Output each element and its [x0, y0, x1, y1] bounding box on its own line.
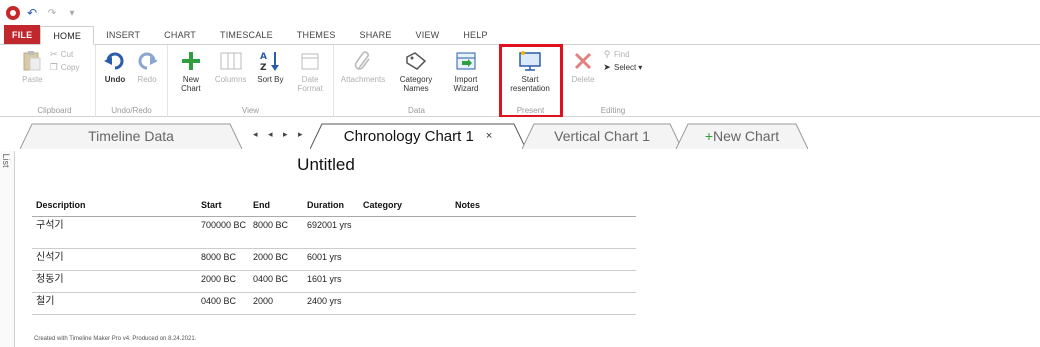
tab-timescale[interactable]: TIMESCALE	[208, 25, 285, 44]
quick-access-toolbar: ↶ ↷ ▾	[0, 0, 1040, 26]
tag-icon	[404, 49, 428, 73]
group-clipboard: Paste ✂ Cut ❐ Copy Clipboard	[14, 45, 96, 117]
attachments-button[interactable]: Attachments	[338, 47, 388, 84]
tab-home[interactable]: HOME	[40, 26, 95, 45]
col-duration: Duration	[303, 197, 359, 217]
app-logo-icon[interactable]	[6, 6, 20, 20]
table-row[interactable]: 청동기 2000 BC 0400 BC 1601 yrs	[32, 270, 636, 293]
undo-icon[interactable]: ↶	[24, 6, 40, 20]
tab-file[interactable]: FILE	[4, 25, 41, 44]
ribbon-tabs: FILE HOME INSERT CHART TIMESCALE THEMES …	[0, 25, 1040, 45]
find-button[interactable]: ⚲ Find	[602, 49, 660, 59]
group-undo-redo: Undo Redo Undo/Redo	[96, 45, 168, 117]
delete-button[interactable]: Delete	[566, 47, 600, 84]
start-presentation-button[interactable]: Start resentation	[504, 47, 556, 93]
undo-icon	[103, 49, 127, 73]
col-description: Description	[32, 197, 197, 217]
copy-button[interactable]: ❐ Copy	[49, 62, 91, 72]
tab-insert[interactable]: INSERT	[94, 25, 152, 44]
ribbon-home: Paste ✂ Cut ❐ Copy Clipboard Undo Redo U…	[0, 44, 1040, 118]
chevron-down-icon: ▾	[638, 62, 643, 72]
doc-tab-vertical-chart-1[interactable]: Vertical Chart 1	[522, 123, 682, 149]
date-format-button[interactable]: Date Format	[291, 47, 329, 93]
col-start: Start	[197, 197, 249, 217]
close-tab-icon[interactable]: ×	[486, 130, 492, 142]
timeline-table: Description Start End Duration Category …	[32, 197, 636, 315]
undo-button[interactable]: Undo	[100, 47, 130, 84]
doc-tab-new-chart[interactable]: +New Chart	[676, 123, 808, 149]
group-editing: Delete ⚲ Find ➤ Select ▾ Editing	[562, 45, 664, 117]
redo-icon	[135, 49, 159, 73]
cursor-icon: ➤	[603, 61, 611, 72]
copy-icon: ❐	[49, 61, 58, 72]
group-view: New Chart Columns AZ Sort By Date Format	[168, 45, 334, 117]
svg-text:A: A	[260, 52, 267, 62]
columns-button[interactable]: Columns	[212, 47, 250, 84]
chart-canvas: Untitled Description Start End Duration …	[16, 151, 1040, 347]
tab-themes[interactable]: THEMES	[285, 25, 348, 44]
sort-by-button[interactable]: AZ Sort By	[252, 47, 290, 84]
import-icon	[454, 49, 478, 73]
category-names-button[interactable]: Category Names	[390, 47, 442, 93]
monitor-icon	[518, 49, 542, 73]
col-notes: Notes	[451, 197, 636, 217]
svg-text:Z: Z	[260, 63, 267, 72]
delete-icon	[571, 49, 595, 73]
tab-share[interactable]: SHARE	[348, 25, 404, 44]
paperclip-icon	[351, 49, 375, 73]
col-category: Category	[359, 197, 451, 217]
paste-icon	[20, 49, 44, 73]
columns-icon	[219, 49, 243, 73]
doc-tab-timeline-data[interactable]: Timeline Data	[20, 123, 242, 149]
redo-icon[interactable]: ↷	[44, 6, 60, 20]
redo-button[interactable]: Redo	[132, 47, 162, 84]
table-row[interactable]: 철기 0400 BC 2000 2400 yrs	[32, 292, 636, 315]
chart-list-panel[interactable]: Chart List	[0, 117, 15, 347]
group-present: Start resentation Present	[499, 44, 563, 118]
sort-az-icon: AZ	[258, 49, 282, 73]
table-row[interactable]: 구석기 700000 BC 8000 BC 692001 yrs	[32, 216, 636, 249]
paste-button[interactable]: Paste	[18, 47, 47, 84]
binoculars-icon: ⚲	[603, 48, 611, 59]
plus-icon	[179, 49, 203, 73]
import-wizard-button[interactable]: Import Wizard	[444, 47, 488, 93]
add-chart-icon: +	[704, 128, 714, 144]
document-tabs: Timeline Data ◂ ◂ ▸ ▸ Chronology Chart 1…	[0, 117, 1040, 151]
table-header-row: Description Start End Duration Category …	[32, 197, 636, 217]
scissors-icon: ✂	[50, 48, 58, 59]
footer-note: Created with Timeline Maker Pro v4. Prod…	[34, 336, 197, 342]
group-data: Attachments Category Names Import Wizard…	[334, 45, 500, 117]
doc-tab-chronology-chart-1[interactable]: Chronology Chart 1 ×	[310, 123, 526, 149]
col-end: End	[249, 197, 303, 217]
calendar-icon	[298, 49, 322, 73]
select-button[interactable]: ➤ Select ▾	[602, 62, 660, 72]
new-chart-button[interactable]: New Chart	[172, 47, 210, 93]
tab-help[interactable]: HELP	[451, 25, 499, 44]
cut-button[interactable]: ✂ Cut	[49, 49, 91, 59]
tab-chart[interactable]: CHART	[152, 25, 208, 44]
table-row[interactable]: 신석기 8000 BC 2000 BC 6001 yrs	[32, 248, 636, 271]
chart-title[interactable]: Untitled	[276, 155, 376, 175]
customize-icon[interactable]: ▾	[64, 6, 80, 20]
tab-view[interactable]: VIEW	[404, 25, 452, 44]
tab-nav-arrows[interactable]: ◂ ◂ ▸ ▸	[253, 129, 307, 140]
